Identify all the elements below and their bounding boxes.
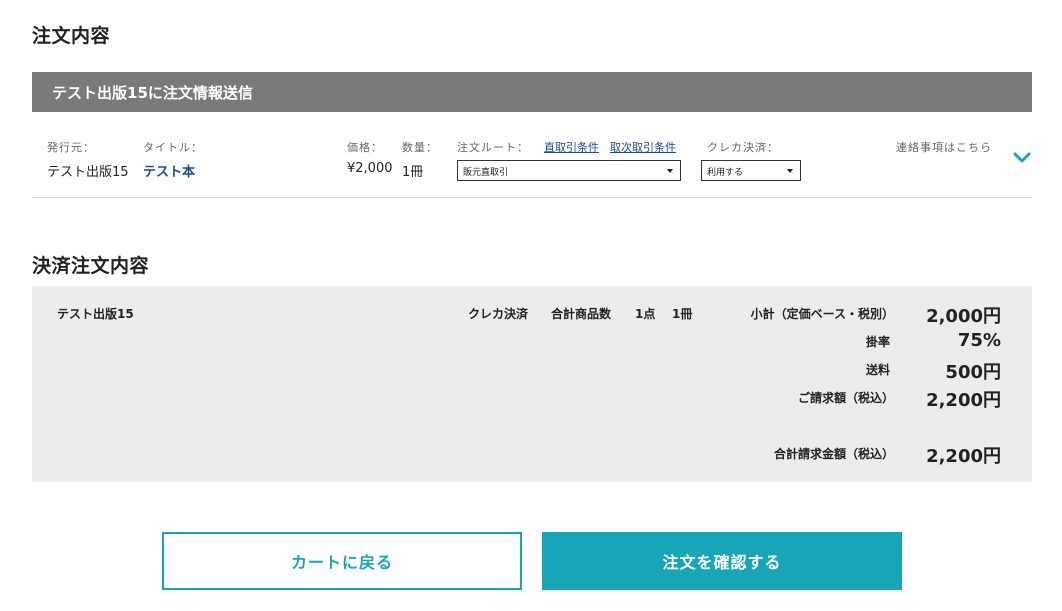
card-payment-selected: 利用する: [707, 168, 744, 178]
contact-label[interactable]: 連絡事項はこちら: [896, 139, 992, 155]
title-label: タイトル：: [143, 141, 203, 154]
total-points: 1点: [635, 307, 656, 321]
billing-label: ご請求額（税込）: [797, 391, 894, 405]
back-to-cart-button[interactable]: カートに戻る: [162, 532, 522, 590]
grand-total-label: 合計請求金額（税込）: [773, 447, 894, 461]
shipping-value: 500円: [945, 362, 1001, 383]
grand-total-value: 2,200円: [926, 446, 1001, 467]
chevron-down-icon[interactable]: [1012, 151, 1032, 165]
subtotal-value: 2,000円: [926, 306, 1001, 327]
payment-publisher: テスト出版15: [57, 307, 134, 321]
payment-method: クレカ決済: [468, 307, 529, 321]
title-value[interactable]: テスト本: [143, 161, 195, 180]
banner-title: テスト出版15に注文情報送信: [52, 84, 253, 102]
order-heading: 注文内容: [32, 25, 111, 47]
shipping-label: 送料: [865, 363, 890, 377]
rate-value: 75%: [957, 330, 1001, 351]
divider: [32, 197, 1032, 198]
quantity-label: 数量：: [402, 141, 438, 154]
order-route-select[interactable]: 販元直取引: [457, 160, 681, 181]
payment-heading: 決済注文内容: [32, 255, 150, 277]
confirm-order-label: 注文を確認する: [662, 553, 782, 572]
publisher-label: 発行元：: [47, 141, 95, 154]
price-value: ¥2,000: [347, 161, 393, 176]
rate-label: 掛率: [865, 335, 890, 349]
quantity-value: 1冊: [402, 165, 424, 180]
back-to-cart-label: カートに戻る: [290, 553, 393, 572]
price-label: 価格：: [347, 141, 383, 154]
billing-value: 2,200円: [926, 390, 1001, 411]
agency-terms-link[interactable]: 取次取引条件: [610, 139, 676, 155]
dropdown-arrow-icon: [667, 169, 673, 173]
card-payment-label: クレカ決済：: [707, 141, 779, 154]
order-route-selected: 販元直取引: [463, 168, 509, 178]
publisher-value: テスト出版15: [47, 165, 129, 180]
card-payment-select[interactable]: 利用する: [701, 160, 801, 181]
order-route-label: 注文ルート：: [457, 141, 529, 154]
order-banner: テスト出版15に注文情報送信: [32, 72, 1032, 112]
direct-terms-link[interactable]: 直取引条件: [544, 139, 599, 155]
confirm-order-button[interactable]: 注文を確認する: [542, 532, 902, 590]
total-volumes: 1冊: [672, 307, 693, 321]
subtotal-label: 小計（定価ベース・税別）: [750, 307, 894, 321]
dropdown-arrow-icon: [787, 169, 793, 173]
total-items-label: 合計商品数: [551, 307, 612, 321]
